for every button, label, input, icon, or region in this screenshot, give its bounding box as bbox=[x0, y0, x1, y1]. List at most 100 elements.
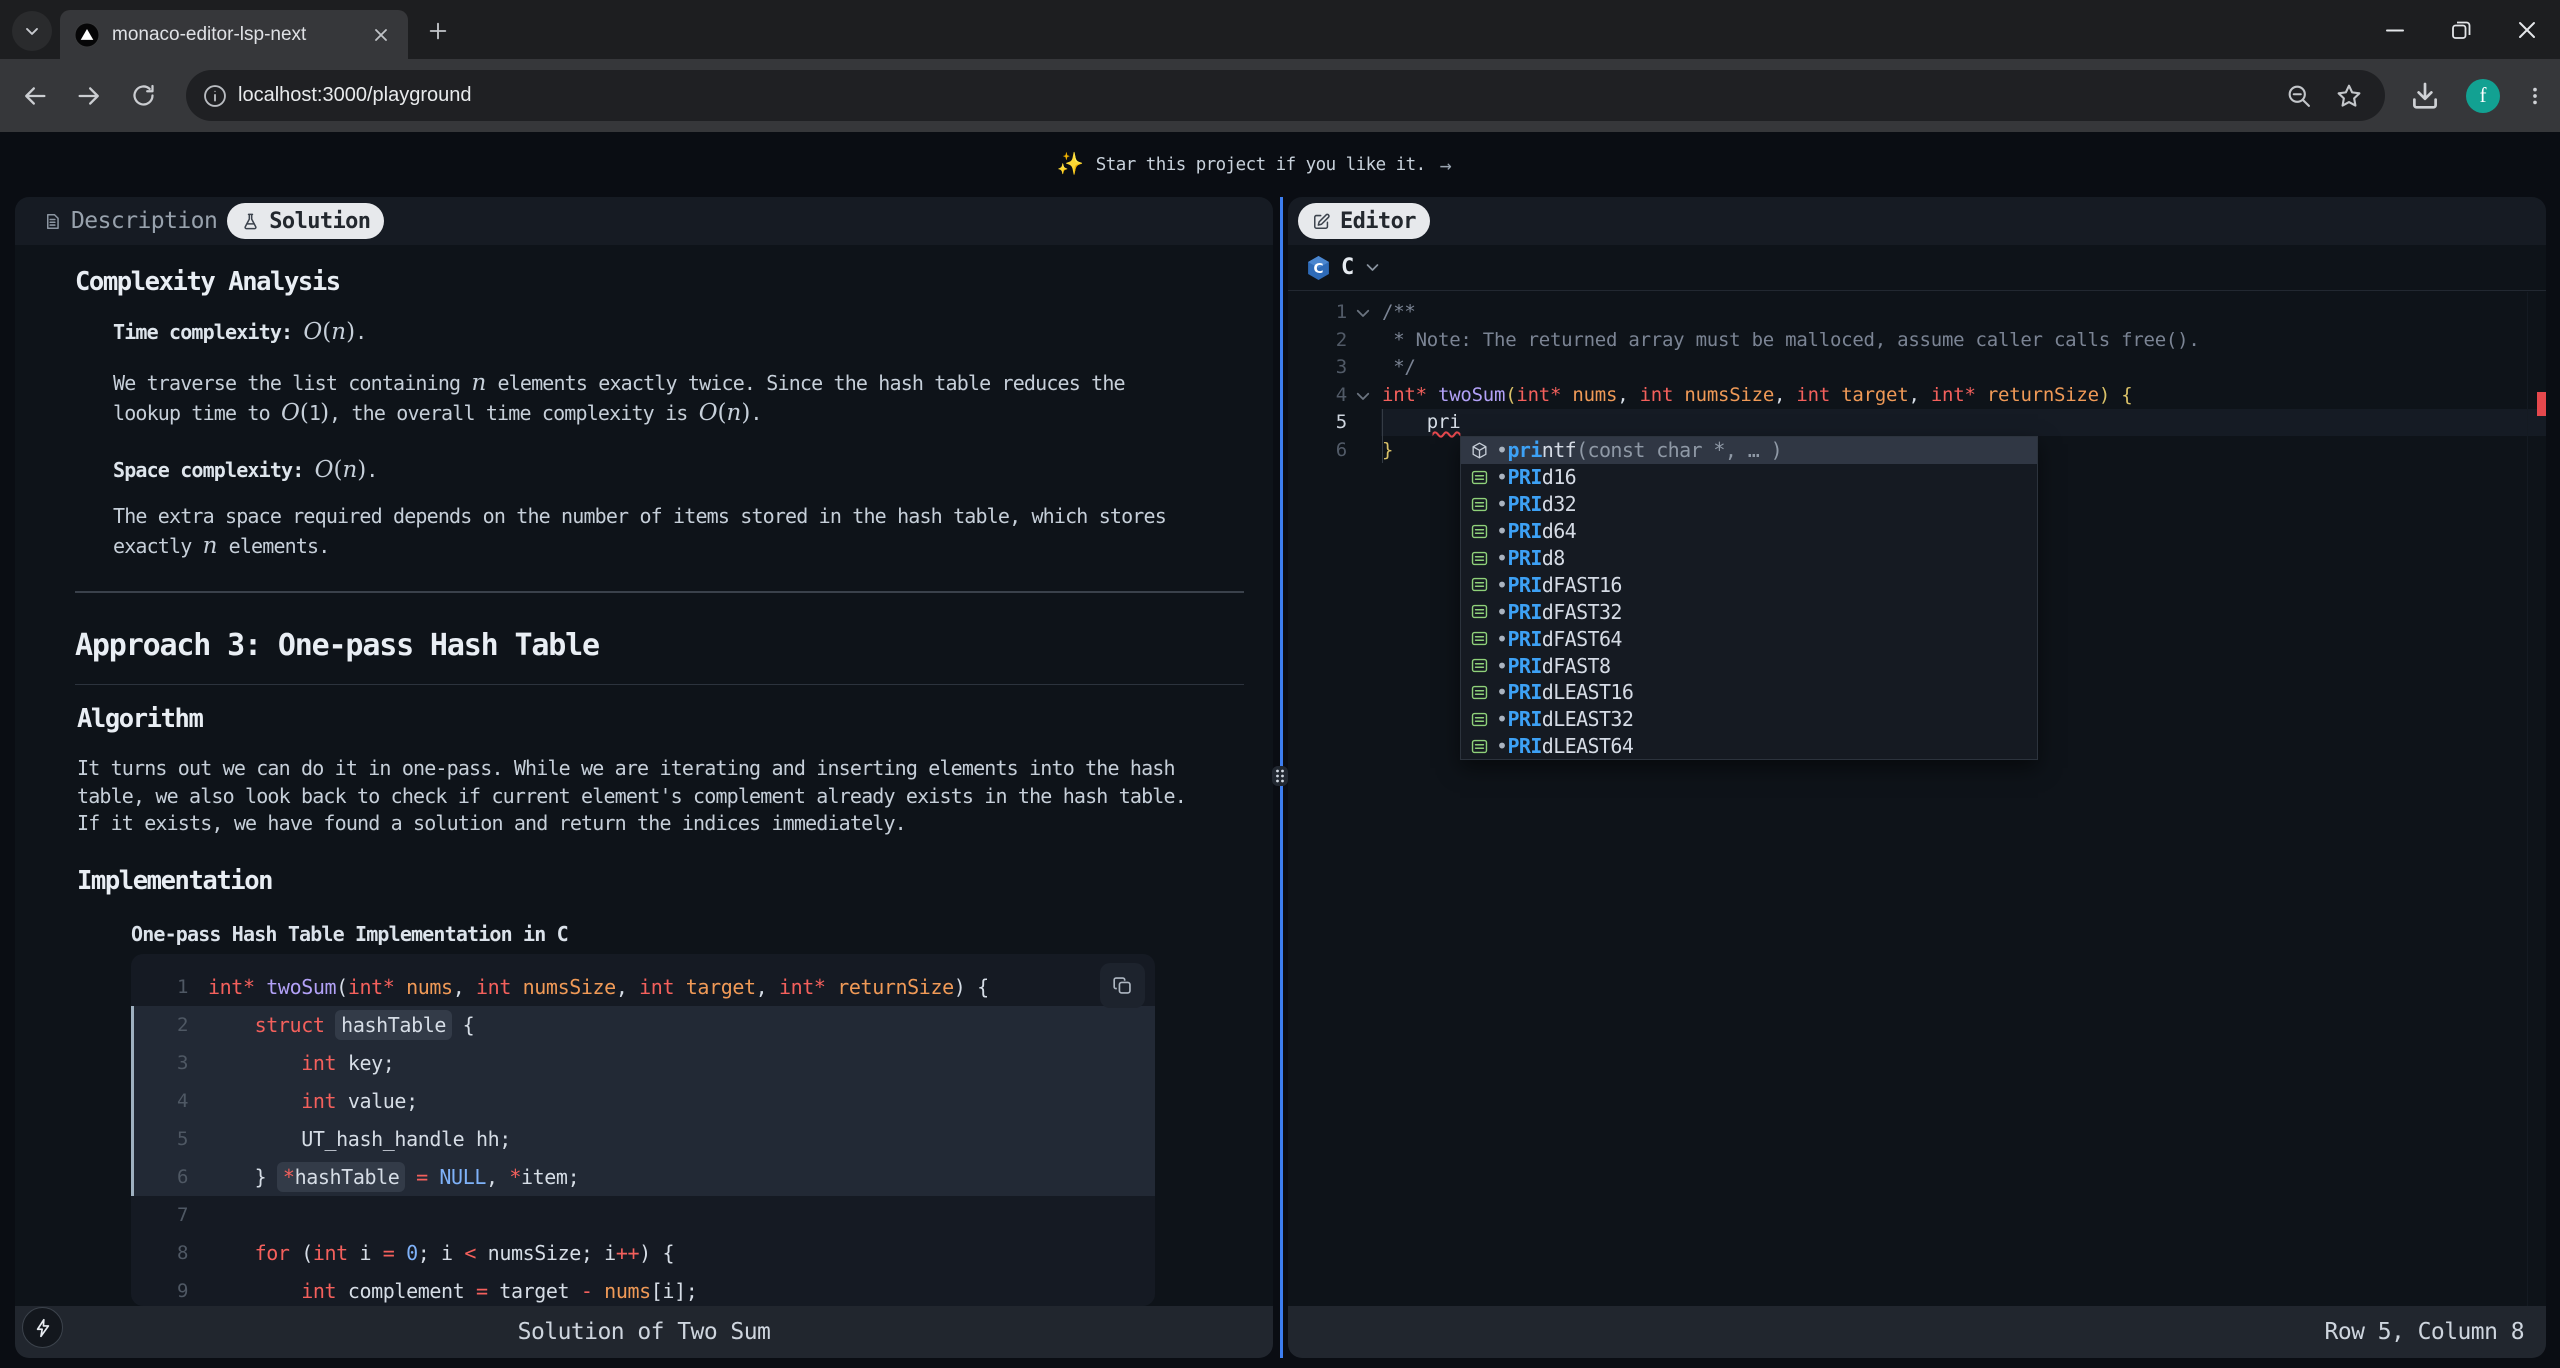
code-token: int* bbox=[779, 975, 826, 999]
language-selector[interactable]: C C bbox=[1288, 245, 2546, 291]
suggest-item[interactable]: •PRId64 bbox=[1461, 518, 2037, 545]
code-token: target bbox=[488, 1279, 581, 1303]
code-line: 7 bbox=[131, 1196, 1155, 1234]
code-token: = bbox=[383, 1241, 395, 1265]
code-token: int bbox=[301, 1089, 336, 1113]
divider-grip[interactable] bbox=[1272, 766, 1288, 786]
symbol-text-icon bbox=[1470, 522, 1489, 541]
code-token: int* bbox=[208, 975, 255, 999]
tab-close-button[interactable] bbox=[368, 22, 394, 48]
copy-icon bbox=[1112, 975, 1133, 996]
code-token: target bbox=[1841, 384, 1908, 406]
code-text: */ bbox=[1382, 354, 1416, 382]
fold-chevron-icon[interactable] bbox=[1354, 387, 1372, 405]
suggest-item[interactable]: •PRIdLEAST16 bbox=[1461, 679, 2037, 706]
copy-code-button[interactable] bbox=[1100, 963, 1145, 1008]
suggest-item[interactable]: •PRIdFAST32 bbox=[1461, 598, 2037, 625]
menu-kebab-icon[interactable] bbox=[2524, 79, 2546, 113]
code-token bbox=[208, 1013, 255, 1037]
code-token: } bbox=[1382, 439, 1393, 461]
code-token bbox=[208, 1279, 301, 1303]
star-banner[interactable]: ✨ Star this project if you like it. → bbox=[0, 132, 2534, 197]
heading-approach: Approach 3: One-pass Hash Table bbox=[75, 628, 599, 663]
editor-line[interactable]: 2 * Note: The returned array must be mal… bbox=[1288, 327, 2546, 355]
code-token bbox=[674, 975, 686, 999]
reload-button[interactable] bbox=[124, 77, 162, 115]
code-token: ++ bbox=[616, 1241, 639, 1265]
suggest-widget[interactable]: •printf(const char *, … )•PRId16•PRId32•… bbox=[1460, 436, 2038, 760]
code-token: * bbox=[509, 1165, 521, 1189]
code-token: returnSize bbox=[1987, 384, 2099, 406]
para-extra-space: The extra space required depends on the … bbox=[113, 502, 1166, 561]
editor-line[interactable]: 3 */ bbox=[1288, 354, 2546, 382]
tab-search-button[interactable] bbox=[12, 11, 52, 51]
minimize-button[interactable] bbox=[2362, 0, 2428, 59]
banner-text: Star this project if you like it. bbox=[1096, 155, 1426, 175]
para-traverse: We traverse the list containing n elemen… bbox=[113, 369, 1125, 428]
cursor-position: Row 5, Column 8 bbox=[2325, 1319, 2524, 1345]
forward-button[interactable] bbox=[70, 77, 108, 115]
address-bar[interactable]: localhost:3000/playground bbox=[186, 70, 2385, 121]
heading-complexity: Complexity Analysis bbox=[75, 267, 340, 297]
code-token: } bbox=[208, 1165, 278, 1189]
suggest-item[interactable]: •PRId32 bbox=[1461, 491, 2037, 518]
tab-description[interactable]: Description bbox=[43, 208, 217, 234]
solution-document: Complexity Analysis Time complexity: O(n… bbox=[15, 245, 1273, 1306]
zap-icon bbox=[33, 1318, 53, 1338]
tab-solution[interactable]: Solution bbox=[227, 203, 384, 239]
suggest-item[interactable]: •PRIdLEAST64 bbox=[1461, 733, 2037, 760]
editor-line[interactable]: 5 pri bbox=[1288, 409, 2546, 437]
code-text: } bbox=[1382, 437, 1393, 465]
suggest-item[interactable]: •PRId16 bbox=[1461, 464, 2037, 491]
code-token: { bbox=[2121, 384, 2132, 406]
code-token: complement bbox=[336, 1279, 476, 1303]
code-token bbox=[428, 1165, 440, 1189]
restore-button[interactable] bbox=[2428, 0, 2494, 59]
code-token: 0 bbox=[406, 1241, 418, 1265]
code-token bbox=[208, 1089, 301, 1113]
back-button[interactable] bbox=[16, 77, 54, 115]
quick-actions-button[interactable] bbox=[22, 1307, 63, 1348]
code-token: ) { bbox=[639, 1241, 674, 1265]
code-token: , bbox=[1774, 384, 1796, 406]
code-text: pri bbox=[1382, 409, 1460, 437]
close-window-button[interactable] bbox=[2494, 0, 2560, 59]
code-token: target bbox=[686, 975, 756, 999]
language-label: C bbox=[1341, 255, 1354, 280]
suggest-label: •PRIdFAST16 bbox=[1496, 573, 1622, 597]
tab-title: monaco-editor-lsp-next bbox=[112, 24, 368, 46]
browser-tab[interactable]: monaco-editor-lsp-next bbox=[60, 10, 408, 59]
editor-line[interactable]: 4int* twoSum(int* nums, int numsSize, in… bbox=[1288, 382, 2546, 410]
download-icon[interactable] bbox=[2408, 79, 2442, 113]
suggest-item[interactable]: •PRIdFAST16 bbox=[1461, 571, 2037, 598]
suggest-item[interactable]: •PRId8 bbox=[1461, 545, 2037, 572]
code-token bbox=[1382, 411, 1427, 433]
code-token: twoSum bbox=[266, 975, 336, 999]
edit-pencil-icon bbox=[1312, 212, 1331, 231]
monaco-editor[interactable]: 1/**2 * Note: The returned array must be… bbox=[1288, 292, 2546, 1306]
code-token: - bbox=[581, 1279, 593, 1303]
bookmark-star-icon[interactable] bbox=[2335, 82, 2363, 110]
browser-chrome: monaco-editor-lsp-next bbox=[0, 0, 2560, 132]
document-icon bbox=[43, 212, 62, 231]
code-token: hashTable bbox=[295, 1165, 400, 1189]
editor-line[interactable]: 1/** bbox=[1288, 299, 2546, 327]
suggest-item[interactable]: •PRIdFAST8 bbox=[1461, 652, 2037, 679]
code-token bbox=[394, 1241, 406, 1265]
site-info-icon[interactable] bbox=[202, 83, 228, 109]
svg-text:C: C bbox=[1314, 261, 1324, 277]
app-page: ✨ Star this project if you like it. → De… bbox=[0, 132, 2560, 1368]
problem-panel: Description Solution Complexity Analysis… bbox=[15, 197, 1273, 1358]
tab-editor[interactable]: Editor bbox=[1298, 203, 1430, 239]
code-line: 5 UT_hash_handle hh; bbox=[131, 1120, 1155, 1158]
fold-chevron-icon[interactable] bbox=[1354, 304, 1372, 322]
profile-avatar[interactable]: f bbox=[2466, 79, 2500, 113]
suggest-item[interactable]: •printf(const char *, … ) bbox=[1461, 437, 2037, 464]
zoom-out-icon[interactable] bbox=[2285, 82, 2313, 110]
suggest-item[interactable]: •PRIdFAST64 bbox=[1461, 625, 2037, 652]
url-text[interactable]: localhost:3000/playground bbox=[238, 84, 2285, 107]
new-tab-button[interactable] bbox=[421, 14, 455, 48]
code-token: int bbox=[313, 1241, 348, 1265]
suggest-item[interactable]: •PRIdLEAST32 bbox=[1461, 706, 2037, 733]
code-token: hashTable bbox=[335, 1010, 452, 1040]
